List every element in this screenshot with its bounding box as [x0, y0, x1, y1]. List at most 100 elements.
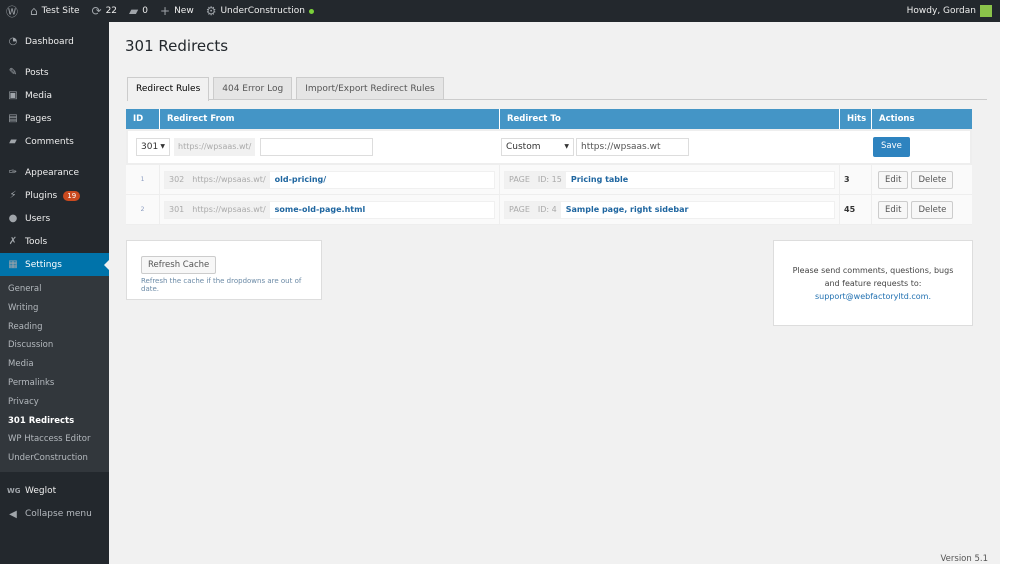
row-prefix: https://wpsaas.wt/ — [188, 201, 270, 218]
sidebar-item-plugins[interactable]: ⚡ Plugins 19 — [0, 184, 109, 207]
row-page-id: ID: 4 — [533, 201, 561, 218]
wrench-icon: ✗ — [8, 236, 18, 247]
sidebar-item-users[interactable]: ● Users — [0, 207, 109, 230]
dashboard-icon: ◔ — [8, 36, 18, 47]
sidebar-item-settings[interactable]: ▦ Settings — [0, 253, 109, 276]
submenu-item[interactable]: Discussion — [0, 336, 109, 355]
site-link[interactable]: ⌂ Test Site — [30, 4, 80, 18]
row-id: 1 — [126, 165, 160, 194]
status-dot — [309, 8, 315, 14]
avatar — [980, 5, 992, 17]
submenu-item[interactable]: 301 Redirects — [0, 412, 109, 431]
account-menu[interactable]: Howdy, Gordan — [907, 5, 992, 17]
from-prefix: https://wpsaas.wt/ — [174, 138, 256, 156]
row-code: 302 — [165, 171, 189, 188]
submenu-item[interactable]: General — [0, 280, 109, 299]
user-icon: ● — [8, 213, 18, 224]
row-to-link[interactable]: Sample page, right sidebar — [561, 205, 689, 214]
redirect-type-select[interactable]: Custom ▼ — [501, 138, 574, 156]
weglot-icon: WG — [7, 487, 21, 496]
submenu-item[interactable]: Writing — [0, 299, 109, 318]
delete-button[interactable]: Delete — [911, 200, 954, 219]
pin-icon: ✎ — [8, 67, 18, 78]
submenu-item[interactable]: Permalinks — [0, 374, 109, 393]
row-to-link[interactable]: Pricing table — [566, 175, 628, 184]
col-hits: Hits — [840, 109, 872, 129]
table-row: 1 302 https://wpsaas.wt/old-pricing/ PAGE… — [126, 165, 972, 195]
brush-icon: ✑ — [8, 167, 18, 178]
row-code: 301 — [165, 201, 189, 218]
tabs: Redirect Rules 404 Error Log Import/Expo… — [127, 77, 987, 101]
table-row: 2 301 https://wpsaas.wt/some-old-page.htm… — [126, 195, 972, 225]
tab-redirect-rules[interactable]: Redirect Rules — [127, 77, 210, 101]
support-box: Please send comments, questions, bugs an… — [773, 240, 973, 326]
page-title: 301 Redirects — [125, 37, 229, 55]
tab-404-log[interactable]: 404 Error Log — [213, 77, 293, 99]
submenu-item[interactable]: Privacy — [0, 393, 109, 412]
plug-icon: ⚡ — [9, 190, 17, 201]
collapse-icon: ◀ — [9, 508, 17, 520]
sidebar-item-tools[interactable]: ✗ Tools — [0, 230, 109, 253]
chevron-down-icon: ▼ — [160, 143, 165, 150]
updates-link[interactable]: ⟳ 22 — [92, 4, 118, 18]
row-prefix: https://wpsaas.wt/ — [188, 171, 270, 188]
col-id: ID — [126, 109, 160, 129]
collapse-menu[interactable]: ◀ Collapse menu — [0, 503, 109, 526]
row-from-link[interactable]: old-pricing/ — [270, 175, 327, 184]
wordpress-logo-icon[interactable]: Ⓦ — [6, 3, 18, 20]
settings-icon: ▦ — [8, 259, 18, 270]
submenu-item[interactable]: WP Htaccess Editor — [0, 430, 109, 449]
redirect-from-input[interactable] — [260, 138, 374, 156]
underconstruction-link[interactable]: ⚙ UnderConstruction — [205, 4, 315, 18]
admin-sidebar: ◔ Dashboard ✎ Posts ▣ Media ▤ Pages ▰ Comments ✑ Ap… — [0, 22, 109, 564]
tab-import-export[interactable]: Import/Export Redirect Rules — [296, 77, 444, 99]
sidebar-item-weglot[interactable]: WG Weglot — [0, 480, 109, 503]
chevron-down-icon: ▼ — [564, 143, 569, 150]
gear-icon: ⚙ — [205, 4, 217, 18]
submenu-item[interactable]: Media — [0, 355, 109, 374]
refresh-cache-note: Refresh the cache if the dropdowns are o… — [141, 277, 302, 293]
version: Version 5.1 — [940, 554, 988, 564]
pages-icon: ▤ — [8, 113, 18, 124]
scrollbar-track[interactable] — [1000, 0, 1012, 564]
comment-icon: ▰ — [9, 136, 17, 147]
sidebar-item-appearance[interactable]: ✑ Appearance — [0, 161, 109, 184]
redirect-to-input[interactable]: https://wpsaas.wt — [576, 138, 689, 156]
submenu-item[interactable]: Reading — [0, 318, 109, 337]
row-type: PAGE — [505, 171, 534, 188]
refresh-cache-box: Refresh Cache Refresh the cache if the d… — [126, 240, 322, 300]
row-type: PAGE — [505, 201, 534, 218]
sidebar-item-dashboard[interactable]: ◔ Dashboard — [0, 30, 109, 53]
new-redirect-row: 301 ▼ https://wpsaas.wt/ Custom ▼ https://… — [126, 129, 972, 165]
refresh-cache-button[interactable]: Refresh Cache — [141, 256, 217, 274]
media-icon: ▣ — [8, 90, 18, 101]
save-button[interactable]: Save — [873, 137, 910, 157]
new-link[interactable]: + New — [160, 4, 194, 18]
plus-icon: + — [160, 4, 171, 18]
redirects-table: ID Redirect From Redirect To Hits Action… — [126, 109, 972, 225]
col-to: Redirect To — [500, 109, 840, 129]
admin-bar: Ⓦ ⌂ Test Site ⟳ 22 ▰ 0 + New ⚙ UnderConstruct… — [0, 0, 1000, 22]
sidebar-item-media[interactable]: ▣ Media — [0, 84, 109, 107]
plugins-badge: 19 — [63, 190, 81, 201]
comments-link[interactable]: ▰ 0 — [129, 4, 148, 18]
sidebar-item-pages[interactable]: ▤ Pages — [0, 107, 109, 130]
sidebar-item-comments[interactable]: ▰ Comments — [0, 130, 109, 153]
main-content: 301 Redirects Redirect Rules 404 Error L… — [109, 22, 1000, 564]
comment-icon: ▰ — [129, 4, 139, 18]
support-text: Please send comments, questions, bugs an… — [792, 266, 954, 288]
row-page-id: ID: 15 — [533, 171, 566, 188]
edit-button[interactable]: Edit — [878, 200, 909, 219]
row-hits: 45 — [840, 195, 872, 224]
submenu-item[interactable]: UnderConstruction — [0, 449, 109, 468]
delete-button[interactable]: Delete — [911, 170, 954, 189]
settings-submenu: General Writing Reading Discussion Media Perm… — [0, 276, 109, 472]
edit-button[interactable]: Edit — [878, 170, 909, 189]
col-from: Redirect From — [160, 109, 500, 129]
status-code-select[interactable]: 301 ▼ — [136, 138, 170, 156]
home-icon: ⌂ — [30, 4, 38, 18]
support-email-link[interactable]: support@webfactoryltd.com. — [815, 292, 931, 301]
row-from-link[interactable]: some-old-page.html — [270, 205, 366, 214]
sidebar-item-posts[interactable]: ✎ Posts — [0, 61, 109, 84]
refresh-icon: ⟳ — [91, 4, 102, 18]
